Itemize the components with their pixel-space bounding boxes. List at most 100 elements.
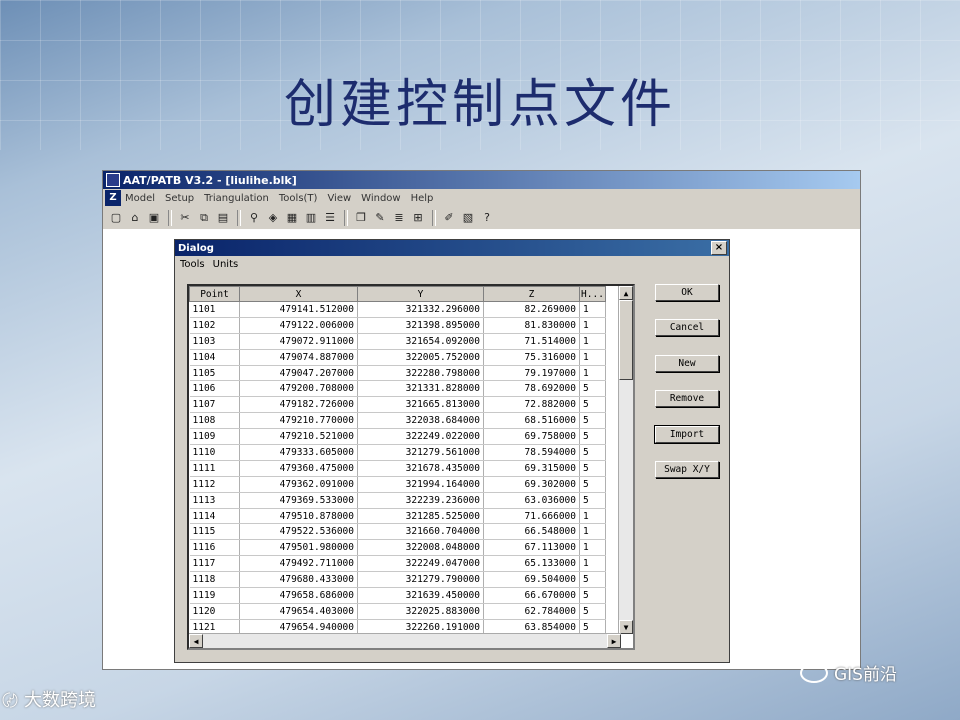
scroll-right-icon[interactable]: ▶ <box>607 634 621 648</box>
cell-x[interactable]: 479369.533000 <box>239 492 358 509</box>
cell-point[interactable]: 1111 <box>189 460 240 477</box>
cell-h[interactable]: 5 <box>579 396 606 414</box>
cell-h[interactable]: 1 <box>579 523 606 541</box>
cell-point[interactable]: 1112 <box>189 476 240 493</box>
cell-x[interactable]: 479333.605000 <box>239 444 358 461</box>
control-point-grid[interactable]: Point X Y Z H... 1101 479141.512000 321332… <box>187 284 635 650</box>
window-icon[interactable]: ❐ <box>352 209 370 227</box>
import-button[interactable]: Import <box>654 425 720 444</box>
open-icon[interactable]: ⌂ <box>126 209 144 227</box>
cell-h[interactable]: 5 <box>579 492 606 509</box>
menu-tools[interactable]: Tools(T) <box>279 193 318 204</box>
cell-x[interactable]: 479654.403000 <box>239 603 358 620</box>
cell-h[interactable]: 1 <box>579 539 606 557</box>
cell-y[interactable]: 321994.164000 <box>357 476 484 493</box>
cell-point[interactable]: 1109 <box>189 428 240 446</box>
cell-y[interactable]: 322280.798000 <box>357 365 484 382</box>
table-row[interactable]: 1107 479182.726000 321665.813000 72.882000 5 <box>189 396 606 414</box>
new-icon[interactable]: ▢ <box>107 209 125 227</box>
cell-point[interactable]: 1103 <box>189 333 240 350</box>
cell-h[interactable]: 5 <box>579 428 606 446</box>
cell-x[interactable]: 479074.887000 <box>239 349 358 366</box>
cell-point[interactable]: 1114 <box>189 508 240 525</box>
column-header-h[interactable]: H... <box>579 286 606 302</box>
paste-icon[interactable]: ▤ <box>214 209 232 227</box>
scroll-up-icon[interactable]: ▲ <box>619 286 633 300</box>
cell-point[interactable]: 1101 <box>189 301 240 318</box>
cell-y[interactable]: 321279.561000 <box>357 444 484 461</box>
cell-z[interactable]: 78.692000 <box>483 380 580 398</box>
cell-x[interactable]: 479047.207000 <box>239 365 358 382</box>
cell-x[interactable]: 479522.536000 <box>239 523 358 541</box>
dialog-menu-tools[interactable]: Tools <box>180 259 205 270</box>
horizontal-scrollbar[interactable]: ◀ ▶ <box>189 633 621 648</box>
dialog-menu-units[interactable]: Units <box>213 259 239 270</box>
cell-h[interactable]: 1 <box>579 333 606 350</box>
scroll-thumb[interactable] <box>619 300 633 380</box>
menu-view[interactable]: View <box>327 193 351 204</box>
cell-h[interactable]: 5 <box>579 412 606 430</box>
cell-x[interactable]: 479200.708000 <box>239 380 358 398</box>
cell-z[interactable]: 62.784000 <box>483 603 580 620</box>
image-icon[interactable]: ▦ <box>283 209 301 227</box>
cell-x[interactable]: 479362.091000 <box>239 476 358 493</box>
cell-x[interactable]: 479210.521000 <box>239 428 358 446</box>
cell-x[interactable]: 479492.711000 <box>239 555 358 573</box>
cell-h[interactable]: 5 <box>579 587 606 604</box>
cell-point[interactable]: 1120 <box>189 603 240 620</box>
cell-x[interactable]: 479360.475000 <box>239 460 358 477</box>
cell-h[interactable]: 5 <box>579 571 606 589</box>
cell-point[interactable]: 1118 <box>189 571 240 589</box>
cell-z[interactable]: 68.516000 <box>483 412 580 430</box>
table-row[interactable]: 1106 479200.708000 321331.828000 78.692000 5 <box>189 380 606 398</box>
menu-model[interactable]: Model <box>125 193 155 204</box>
cell-x[interactable]: 479680.433000 <box>239 571 358 589</box>
table-row[interactable]: 1103 479072.911000 321654.092000 71.514000 1 <box>189 333 606 350</box>
measure-icon[interactable]: ◈ <box>264 209 282 227</box>
cell-x[interactable]: 479210.770000 <box>239 412 358 430</box>
copy-icon[interactable]: ⧉ <box>195 209 213 227</box>
align-icon[interactable]: ≣ <box>390 209 408 227</box>
table-row[interactable]: 1114 479510.878000 321285.525000 71.666000 1 <box>189 508 606 525</box>
menu-triangulation[interactable]: Triangulation <box>204 193 269 204</box>
cut-icon[interactable]: ✂ <box>176 209 194 227</box>
cell-y[interactable]: 321665.813000 <box>357 396 484 414</box>
scroll-down-icon[interactable]: ▼ <box>619 620 633 634</box>
cell-y[interactable]: 322005.752000 <box>357 349 484 366</box>
save-icon[interactable]: ▣ <box>145 209 163 227</box>
network-icon[interactable]: ⚲ <box>245 209 263 227</box>
cell-x[interactable]: 479122.006000 <box>239 317 358 334</box>
cell-h[interactable]: 5 <box>579 603 606 620</box>
cell-z[interactable]: 71.666000 <box>483 508 580 525</box>
cell-point[interactable]: 1116 <box>189 539 240 557</box>
cell-h[interactable]: 1 <box>579 349 606 366</box>
cell-point[interactable]: 1113 <box>189 492 240 509</box>
menu-window[interactable]: Window <box>361 193 400 204</box>
cell-x[interactable]: 479182.726000 <box>239 396 358 414</box>
cell-h[interactable]: 5 <box>579 460 606 477</box>
column-header-x[interactable]: X <box>239 286 358 302</box>
cancel-button[interactable]: Cancel <box>655 319 719 336</box>
swap-xy-button[interactable]: Swap X/Y <box>655 461 719 478</box>
cell-x[interactable]: 479658.686000 <box>239 587 358 604</box>
cell-h[interactable]: 1 <box>579 365 606 382</box>
cell-z[interactable]: 72.882000 <box>483 396 580 414</box>
cell-y[interactable]: 321332.296000 <box>357 301 484 318</box>
table-row[interactable]: 1101 479141.512000 321332.296000 82.269000 1 <box>189 301 606 318</box>
cell-z[interactable]: 66.670000 <box>483 587 580 604</box>
cell-x[interactable]: 479501.980000 <box>239 539 358 557</box>
cell-z[interactable]: 82.269000 <box>483 301 580 318</box>
cell-z[interactable]: 69.302000 <box>483 476 580 493</box>
column-header-y[interactable]: Y <box>357 286 484 302</box>
cell-y[interactable]: 322008.048000 <box>357 539 484 557</box>
cell-point[interactable]: 1102 <box>189 317 240 334</box>
table-row[interactable]: 1116 479501.980000 322008.048000 67.113000 1 <box>189 539 606 557</box>
cell-point[interactable]: 1119 <box>189 587 240 604</box>
cell-point[interactable]: 1115 <box>189 523 240 541</box>
table-row[interactable]: 1117 479492.711000 322249.047000 65.133000 1 <box>189 555 606 573</box>
cell-point[interactable]: 1110 <box>189 444 240 461</box>
table-row[interactable]: 1104 479074.887000 322005.752000 75.316000 1 <box>189 349 606 366</box>
cell-y[interactable]: 321639.450000 <box>357 587 484 604</box>
table-row[interactable]: 1109 479210.521000 322249.022000 69.758000 5 <box>189 428 606 446</box>
table-row[interactable]: 1111 479360.475000 321678.435000 69.315000 5 <box>189 460 606 477</box>
